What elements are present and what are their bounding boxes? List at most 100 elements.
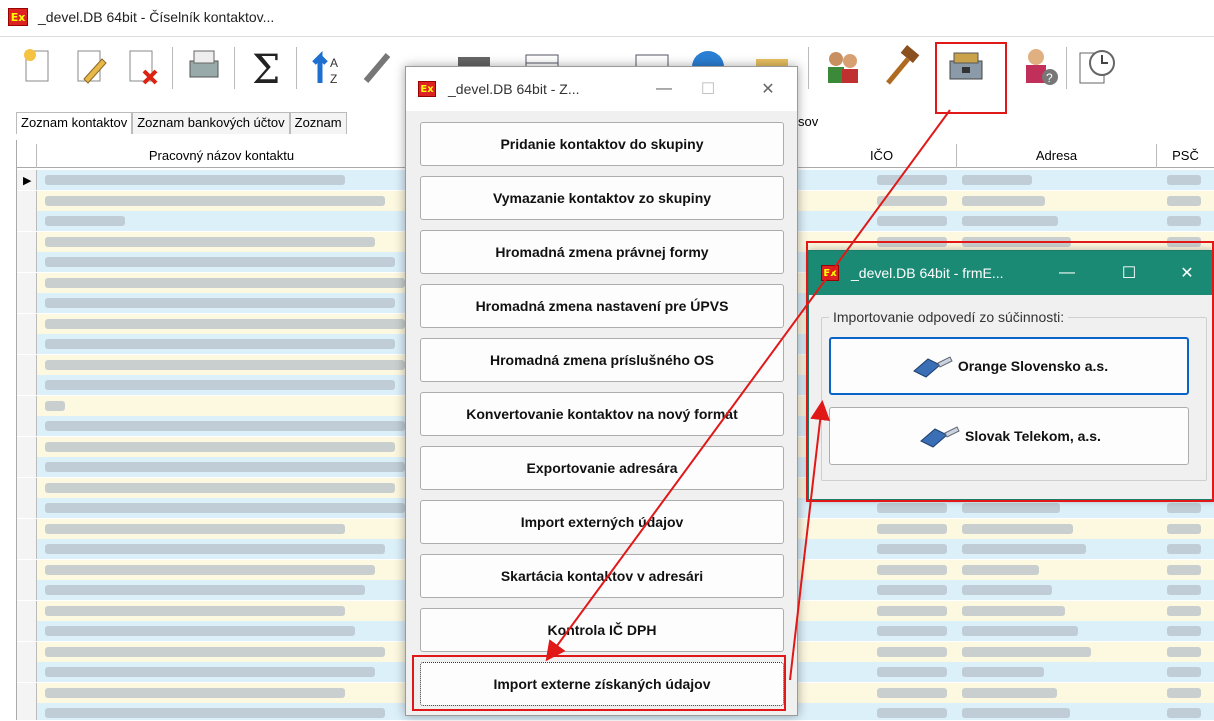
- row-selector[interactable]: [17, 416, 37, 436]
- redacted-cell: [45, 195, 385, 206]
- redacted-cell: [962, 626, 1078, 636]
- redacted-cell: [45, 646, 385, 657]
- convert-contacts-button[interactable]: Konvertovanie kontaktov na nový formát: [420, 392, 784, 436]
- new-record-icon[interactable]: [16, 45, 60, 89]
- app-icon: Ex: [8, 8, 28, 26]
- redacted-cell: [45, 380, 395, 390]
- dialog1-title-bar: Ex _devel.DB 64bit - Z... — ☐ ✕: [406, 67, 797, 111]
- row-selector[interactable]: [17, 375, 37, 395]
- export-address-book-button[interactable]: Exportovanie adresára: [420, 446, 784, 490]
- close-button[interactable]: ✕: [746, 67, 790, 111]
- redacted-cell: [45, 564, 375, 575]
- row-selector[interactable]: [17, 354, 37, 375]
- row-selector[interactable]: [17, 211, 37, 231]
- maximize-button[interactable]: ☐: [686, 67, 730, 111]
- hammer-icon[interactable]: [878, 45, 922, 89]
- edit-record-icon[interactable]: [68, 45, 112, 89]
- header-ico[interactable]: IČO: [807, 144, 957, 168]
- tools-icon[interactable]: [358, 45, 402, 89]
- redacted-cell: [877, 544, 947, 554]
- row-selector[interactable]: [17, 313, 37, 334]
- bulk-change-legal-form-button[interactable]: Hromadná zmena právnej formy: [420, 230, 784, 274]
- redacted-cell: [1167, 708, 1201, 718]
- remove-contacts-from-group-button[interactable]: Vymazanie kontaktov zo skupiny: [420, 176, 784, 220]
- row-selector[interactable]: [17, 539, 37, 559]
- row-selector[interactable]: [17, 436, 37, 457]
- svg-text:Z: Z: [330, 72, 337, 86]
- row-selector[interactable]: [17, 395, 37, 416]
- redacted-cell: [877, 195, 947, 206]
- redacted-cell: [962, 687, 1057, 698]
- redacted-cell: [45, 298, 395, 308]
- redacted-cell: [45, 257, 395, 267]
- redacted-cell: [45, 359, 405, 370]
- redacted-cell: [45, 626, 355, 636]
- redacted-cell: [877, 216, 947, 226]
- redacted-cell: [877, 605, 947, 616]
- row-selector[interactable]: [17, 457, 37, 477]
- import-external-data-button[interactable]: Import externých údajov: [420, 500, 784, 544]
- header-adresa[interactable]: Adresa: [957, 144, 1157, 168]
- redacted-cell: [877, 646, 947, 657]
- redacted-cell: [962, 646, 1091, 657]
- user-help-icon[interactable]: ?: [1018, 45, 1062, 89]
- row-selector[interactable]: [17, 293, 37, 313]
- redacted-cell: [962, 667, 1044, 677]
- row-selector[interactable]: [17, 477, 37, 498]
- bulk-change-upvs-button[interactable]: Hromadná zmena nastavení pre ÚPVS: [420, 284, 784, 328]
- tab-zoznam-kontaktov[interactable]: Zoznam kontaktov: [16, 112, 133, 134]
- header-psc[interactable]: PSČ: [1157, 144, 1214, 168]
- tab-partial[interactable]: sov: [798, 114, 818, 129]
- delete-record-icon[interactable]: [120, 45, 164, 89]
- clock-icon[interactable]: [1074, 45, 1118, 89]
- tab-zoznam[interactable]: Zoznam: [289, 112, 347, 134]
- row-selector[interactable]: [17, 498, 37, 518]
- bulk-change-os-button[interactable]: Hromadná zmena príslušného OS: [420, 338, 784, 382]
- row-selector[interactable]: [17, 518, 37, 539]
- check-vat-id-button[interactable]: Kontrola IČ DPH: [420, 608, 784, 652]
- shred-contacts-button[interactable]: Skartácia kontaktov v adresári: [420, 554, 784, 598]
- users-icon[interactable]: [820, 45, 864, 89]
- main-title-bar: Ex _devel.DB 64bit - Číselník kontaktov.…: [0, 0, 1214, 34]
- redacted-cell: [45, 482, 395, 493]
- row-selector[interactable]: [17, 190, 37, 211]
- redacted-cell: [1167, 626, 1201, 636]
- row-selector[interactable]: [17, 272, 37, 293]
- contacts-tools-dialog: Ex _devel.DB 64bit - Z... — ☐ ✕ Pridanie…: [405, 66, 798, 716]
- redacted-cell: [45, 605, 345, 616]
- redacted-cell: [962, 544, 1086, 554]
- row-selector[interactable]: [17, 334, 37, 354]
- row-selector[interactable]: [17, 621, 37, 641]
- redacted-cell: [45, 421, 405, 431]
- redacted-cell: [877, 667, 947, 677]
- row-selector[interactable]: [17, 682, 37, 703]
- redacted-cell: [45, 400, 65, 411]
- sum-icon[interactable]: Σ: [244, 45, 288, 93]
- redacted-cell: [1167, 175, 1201, 185]
- header-pracovny-nazov[interactable]: Pracovný názov kontaktu: [37, 144, 407, 168]
- row-selector[interactable]: [17, 559, 37, 580]
- row-selector[interactable]: ▶: [17, 170, 37, 190]
- svg-text:?: ?: [1046, 71, 1053, 85]
- row-selector[interactable]: [17, 231, 37, 252]
- annotation-dialog2-highlight: [806, 241, 1214, 502]
- add-contacts-to-group-button[interactable]: Pridanie kontaktov do skupiny: [420, 122, 784, 166]
- row-selector[interactable]: [17, 641, 37, 662]
- redacted-cell: [877, 626, 947, 636]
- redacted-cell: [1167, 195, 1201, 206]
- minimize-button[interactable]: —: [642, 67, 686, 111]
- row-selector[interactable]: [17, 252, 37, 272]
- row-selector[interactable]: [17, 580, 37, 600]
- row-selector[interactable]: [17, 600, 37, 621]
- row-selector[interactable]: [17, 703, 37, 720]
- redacted-cell: [45, 339, 395, 349]
- redacted-cell: [962, 605, 1065, 616]
- tab-zoznam-bankovych-uctov[interactable]: Zoznam bankových účtov: [132, 112, 290, 134]
- sort-icon[interactable]: AZ: [306, 45, 350, 89]
- redacted-cell: [45, 667, 375, 677]
- redacted-cell: [45, 503, 405, 513]
- redacted-cell: [962, 195, 1045, 206]
- redacted-cell: [962, 523, 1073, 534]
- row-selector[interactable]: [17, 662, 37, 682]
- print-icon[interactable]: [182, 45, 226, 89]
